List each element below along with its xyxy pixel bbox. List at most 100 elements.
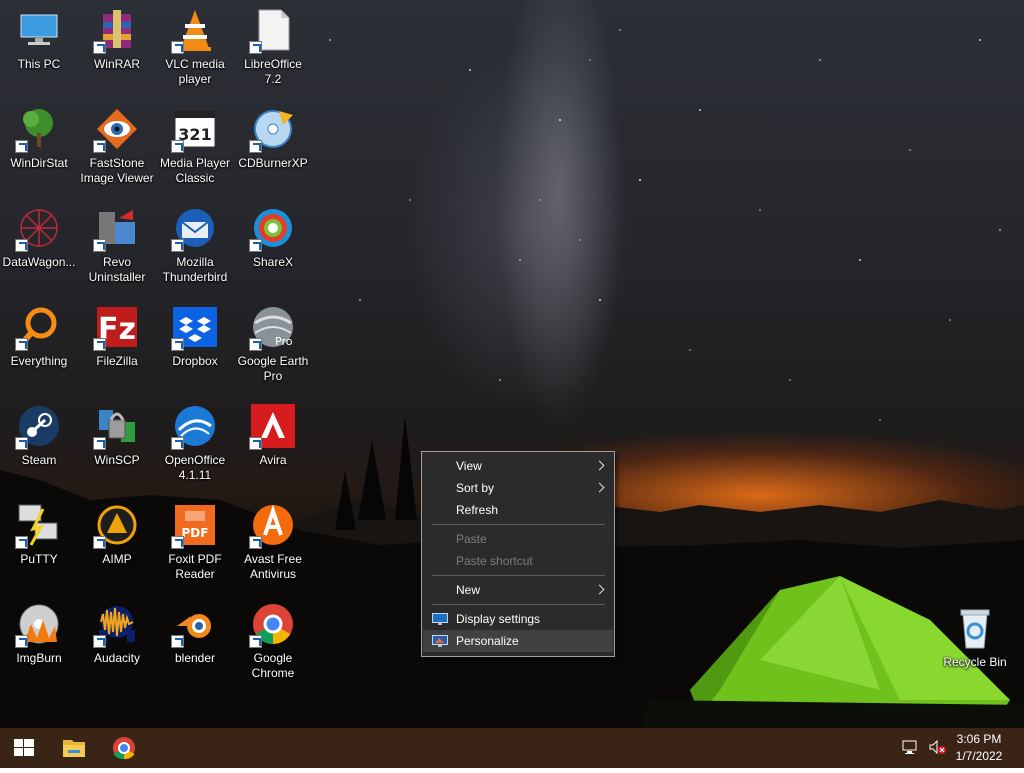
everything-icon (15, 303, 63, 351)
menu-item-label: Personalize (456, 634, 519, 648)
audacity-icon (93, 600, 141, 648)
network-icon[interactable] (902, 740, 922, 756)
desktop-icon-label: CDBurnerXP (238, 156, 308, 170)
desktop-icon-audacity[interactable]: Audacity (78, 594, 156, 690)
desktop-icon-google-earth[interactable]: Pro Google Earth Pro (234, 297, 312, 393)
taskbar-chrome[interactable] (100, 728, 148, 768)
svg-text:Pro: Pro (275, 335, 293, 348)
menu-item-display-settings[interactable]: Display settings (423, 608, 613, 630)
start-button[interactable] (0, 728, 48, 768)
chevron-right-icon (594, 584, 605, 595)
desktop-icon-label: Avast Free Antivirus (244, 552, 302, 581)
desktop-icon-label: Media Player Classic (159, 156, 231, 185)
desktop-icon-label: LibreOffice 7.2 (244, 57, 302, 86)
desktop-icon-label: ShareX (252, 255, 294, 269)
desktop-icon-label: WinDirStat (10, 156, 68, 170)
desktop-icon-vlc[interactable]: VLC media player (156, 0, 234, 96)
google-earth-icon: Pro (249, 303, 297, 351)
menu-item-label: Display settings (456, 612, 541, 626)
shortcut-arrow-icon (171, 338, 184, 351)
desktop-icon-recycle-bin[interactable]: Recycle Bin (936, 598, 1014, 694)
desktop-icon-steam[interactable]: Steam (0, 396, 78, 492)
menu-item-paste[interactable]: Paste (423, 528, 613, 550)
desktop-icon-filezilla[interactable]: Fz FileZilla (78, 297, 156, 393)
desktop-icon-sharex[interactable]: ShareX (234, 198, 312, 294)
desktop-icon-label: ImgBurn (16, 651, 62, 665)
desktop-icon-everything[interactable]: Everything (0, 297, 78, 393)
desktop-icon-libreoffice[interactable]: LibreOffice 7.2 (234, 0, 312, 96)
shortcut-arrow-icon (15, 239, 28, 252)
desktop-icon-avast[interactable]: Avast Free Antivirus (234, 495, 312, 591)
desktop-icon-avira[interactable]: Avira (234, 396, 312, 492)
steam-icon (15, 402, 63, 450)
menu-separator (432, 575, 605, 576)
avira-icon (249, 402, 297, 450)
desktop-icon-label: Google Earth Pro (237, 354, 309, 383)
menu-item-view[interactable]: View (423, 455, 613, 477)
clock-time: 3:06 PM (956, 732, 1002, 746)
shortcut-arrow-icon (249, 41, 262, 54)
desktop-icon-windirstat[interactable]: WinDirStat (0, 99, 78, 195)
taskbar-file-explorer[interactable] (50, 728, 98, 768)
desktop-icon-imgburn[interactable]: ImgBurn (0, 594, 78, 690)
this-pc-icon (15, 6, 63, 54)
menu-item-paste-shortcut[interactable]: Paste shortcut (423, 550, 613, 572)
taskbar: 3:06 PM 1/7/2022 (0, 728, 1024, 768)
menu-separator (432, 604, 605, 605)
desktop-icon-label: Audacity (93, 651, 141, 665)
recycle-bin-icon (951, 604, 999, 652)
shortcut-arrow-icon (15, 635, 28, 648)
taskbar-clock[interactable]: 3:06 PM 1/7/2022 (944, 731, 1014, 765)
menu-item-label: Paste (456, 532, 487, 546)
shortcut-arrow-icon (249, 536, 262, 549)
desktop-icon-label: FileZilla (96, 354, 138, 368)
desktop-icon-label: This PC (17, 57, 61, 71)
menu-item-new[interactable]: New (423, 579, 613, 601)
menu-item-refresh[interactable]: Refresh (423, 499, 613, 521)
menu-item-label: New (456, 583, 481, 597)
desktop-icon-label: Dropbox (172, 354, 218, 368)
shortcut-arrow-icon (171, 41, 184, 54)
desktop-icon-label: VLC media player (165, 57, 225, 86)
desktop-icon-thunderbird[interactable]: Mozilla Thunderbird (156, 198, 234, 294)
desktop-icon-winscp[interactable]: WinSCP (78, 396, 156, 492)
shortcut-arrow-icon (249, 140, 262, 153)
shortcut-arrow-icon (93, 41, 106, 54)
desktop-icon-faststone[interactable]: FastStone Image Viewer (78, 99, 156, 195)
chevron-right-icon (594, 460, 605, 471)
shortcut-arrow-icon (93, 536, 106, 549)
desktop-icon-label: WinSCP (94, 453, 140, 467)
desktop-icon-openoffice[interactable]: OpenOffice 4.1.11 (156, 396, 234, 492)
desktop-icon-media-player-classic[interactable]: 321 Media Player Classic (156, 99, 234, 195)
desktop-icon-aimp[interactable]: AIMP (78, 495, 156, 591)
desktop-icon-this-pc[interactable]: This PC (0, 0, 78, 96)
desktop-icon-label: DataWagon... (2, 255, 76, 269)
menu-separator (432, 524, 605, 525)
desktop-icon-chrome[interactable]: Google Chrome (234, 594, 312, 690)
display-icon (432, 613, 448, 625)
desktop-icon-label: WinRAR (93, 57, 140, 71)
foxit-icon: PDF (171, 501, 219, 549)
imgburn-icon (15, 600, 63, 648)
shortcut-arrow-icon (171, 536, 184, 549)
menu-item-personalize[interactable]: Personalize (423, 630, 613, 652)
desktop[interactable]: This PC WinRAR VLC media player LibreOffice… (0, 0, 1024, 728)
chrome-icon (113, 737, 135, 760)
desktop-icon-label: Revo Uninstaller (88, 255, 146, 284)
desktop-icon-datawagon[interactable]: DataWagon... (0, 198, 78, 294)
menu-item-label: Refresh (456, 503, 499, 517)
desktop-icon-foxit[interactable]: PDF Foxit PDF Reader (156, 495, 234, 591)
desktop-icon-dropbox[interactable]: Dropbox (156, 297, 234, 393)
desktop-icon-cdburnerxp[interactable]: CDBurnerXP (234, 99, 312, 195)
personalize-icon (432, 635, 448, 647)
menu-item-sort-by[interactable]: Sort by (423, 477, 613, 499)
shortcut-arrow-icon (15, 338, 28, 351)
desktop-icon-blender[interactable]: blender (156, 594, 234, 690)
desktop-icon-revo-uninstaller[interactable]: Revo Uninstaller (78, 198, 156, 294)
windows-logo-icon (14, 739, 34, 756)
winrar-icon (93, 6, 141, 54)
cdburnerxp-icon (249, 105, 297, 153)
windirstat-icon (15, 105, 63, 153)
desktop-icon-winrar[interactable]: WinRAR (78, 0, 156, 96)
desktop-icon-putty[interactable]: PuTTY (0, 495, 78, 591)
